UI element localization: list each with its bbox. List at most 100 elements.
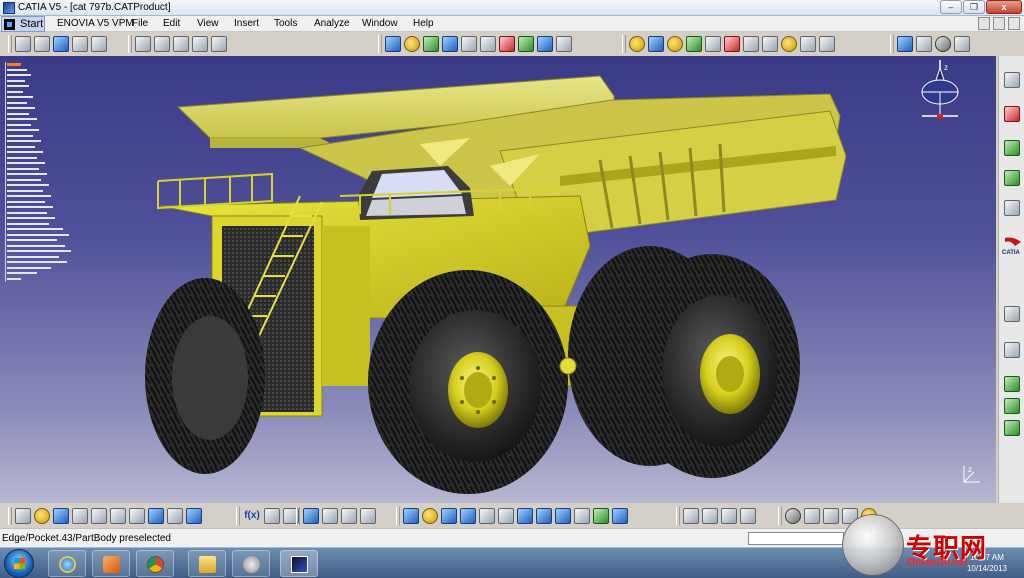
new-file-icon[interactable] — [15, 508, 31, 524]
offset-icon[interactable] — [499, 36, 515, 52]
graph-tree-icon[interactable] — [135, 36, 151, 52]
close-button[interactable]: x — [986, 0, 1022, 14]
menu-view[interactable]: View — [197, 18, 219, 29]
menu-analyze[interactable]: Analyze — [314, 18, 350, 29]
catalog-icon[interactable] — [1004, 140, 1020, 156]
fit-all-in-icon[interactable] — [422, 508, 438, 524]
pdf-export-icon[interactable] — [1004, 106, 1020, 122]
menu-enovia[interactable]: ENOVIA V5 VPM — [57, 18, 134, 29]
camera-icon[interactable] — [785, 508, 801, 524]
measure-icon[interactable] — [360, 508, 376, 524]
taskbar-file-folder[interactable] — [188, 550, 226, 577]
stop-manipulate-icon[interactable] — [442, 36, 458, 52]
formula-icon[interactable]: f(x) — [243, 508, 261, 524]
fly-mode-icon[interactable] — [403, 508, 419, 524]
new-part-icon[interactable] — [53, 36, 69, 52]
minimize-button[interactable]: – — [940, 0, 962, 14]
product-structure-icon[interactable] — [15, 36, 31, 52]
open-folder-icon[interactable] — [34, 508, 50, 524]
album-icon[interactable] — [804, 508, 820, 524]
taskbar-drive-tool[interactable] — [232, 550, 270, 577]
doc-minimize-icon[interactable] — [978, 17, 990, 30]
constraint-contact-icon[interactable] — [1004, 398, 1020, 414]
redo-icon[interactable] — [167, 508, 183, 524]
knowledge-reaction-icon[interactable] — [935, 36, 951, 52]
catia-app-icon[interactable] — [3, 2, 15, 14]
clash-icon[interactable] — [629, 36, 645, 52]
undo-icon[interactable] — [148, 508, 164, 524]
publish-icon[interactable] — [702, 508, 718, 524]
power-input-field[interactable] — [748, 532, 844, 545]
lock-icon[interactable] — [341, 508, 357, 524]
knowledge-check-icon[interactable] — [916, 36, 932, 52]
quick-view-icon[interactable] — [536, 508, 552, 524]
catalog-browser-icon[interactable] — [800, 36, 816, 52]
selective-load-icon[interactable] — [173, 36, 189, 52]
existing-component-icon[interactable] — [72, 36, 88, 52]
menu-start[interactable]: Start — [1, 16, 45, 32]
annotation-icon[interactable] — [762, 36, 778, 52]
explode-icon[interactable] — [423, 36, 439, 52]
toolbar-grip[interactable] — [128, 35, 132, 53]
measure-between-icon[interactable] — [686, 36, 702, 52]
menu-tools[interactable]: Tools — [274, 18, 297, 29]
taskbar-catia[interactable] — [280, 550, 318, 577]
doc-close-icon[interactable] — [1008, 17, 1020, 30]
create-multi-view-icon[interactable] — [612, 508, 628, 524]
reference-icon[interactable] — [1004, 200, 1020, 216]
geometry-viewport[interactable]: z z — [0, 56, 996, 503]
zoom-out-icon[interactable] — [498, 508, 514, 524]
doc-restore-icon[interactable] — [993, 17, 1005, 30]
print-icon[interactable] — [72, 508, 88, 524]
taskbar-media-player[interactable] — [92, 550, 130, 577]
menu-edit[interactable]: Edit — [163, 18, 180, 29]
generate-numbering-icon[interactable] — [154, 36, 170, 52]
normal-view-icon[interactable] — [517, 508, 533, 524]
pan-icon[interactable] — [441, 508, 457, 524]
toolbar-grip[interactable] — [8, 35, 12, 53]
new-component-icon[interactable] — [34, 36, 50, 52]
menu-window[interactable]: Window — [362, 18, 398, 29]
measure-inertia-icon[interactable] — [724, 36, 740, 52]
more-tools-icon[interactable] — [819, 36, 835, 52]
scene-icon[interactable] — [721, 508, 737, 524]
toolbar-grip[interactable] — [622, 35, 626, 53]
bill-of-material-icon[interactable] — [781, 36, 797, 52]
manipulate-icon[interactable] — [385, 36, 401, 52]
windows-start-button[interactable] — [4, 549, 34, 578]
hide-show-icon[interactable] — [574, 508, 590, 524]
update-icon[interactable] — [556, 36, 572, 52]
part-body-icon[interactable] — [823, 508, 839, 524]
coincidence-icon[interactable] — [461, 36, 477, 52]
toolbar-grip[interactable] — [396, 507, 400, 525]
cut-icon[interactable] — [91, 508, 107, 524]
constraint-coincidence-icon[interactable] — [1004, 376, 1020, 392]
sectioning-icon[interactable] — [648, 36, 664, 52]
restore-button[interactable]: ❒ — [963, 0, 985, 14]
fastener-icon[interactable] — [1004, 170, 1020, 186]
taskbar-internet-explorer[interactable] — [48, 550, 86, 577]
replace-component-icon[interactable] — [91, 36, 107, 52]
capture-icon[interactable] — [740, 508, 756, 524]
copy-icon[interactable] — [110, 508, 126, 524]
constraint-offset-icon[interactable] — [1004, 420, 1020, 436]
scene-icon[interactable] — [743, 36, 759, 52]
toolbar-grip[interactable] — [378, 35, 382, 53]
space-analysis-icon[interactable] — [1004, 342, 1020, 358]
manage-representations-icon[interactable] — [192, 36, 208, 52]
rotate-icon[interactable] — [460, 508, 476, 524]
comment-url-icon[interactable] — [264, 508, 280, 524]
catalog-browser-icon[interactable] — [303, 508, 319, 524]
contact-icon[interactable] — [480, 36, 496, 52]
fix-icon[interactable] — [537, 36, 553, 52]
menu-help[interactable]: Help — [413, 18, 434, 29]
taskbar-chrome[interactable] — [136, 550, 174, 577]
swap-visible-space-icon[interactable] — [593, 508, 609, 524]
sketch-icon[interactable] — [683, 508, 699, 524]
select-arrow-icon[interactable] — [1004, 306, 1020, 322]
toolbar-grip[interactable] — [236, 507, 240, 525]
workbench-icon[interactable] — [1004, 72, 1020, 88]
toolbar-grip[interactable] — [676, 507, 680, 525]
toolbar-grip[interactable] — [8, 507, 12, 525]
toolbar-grip[interactable] — [890, 35, 894, 53]
